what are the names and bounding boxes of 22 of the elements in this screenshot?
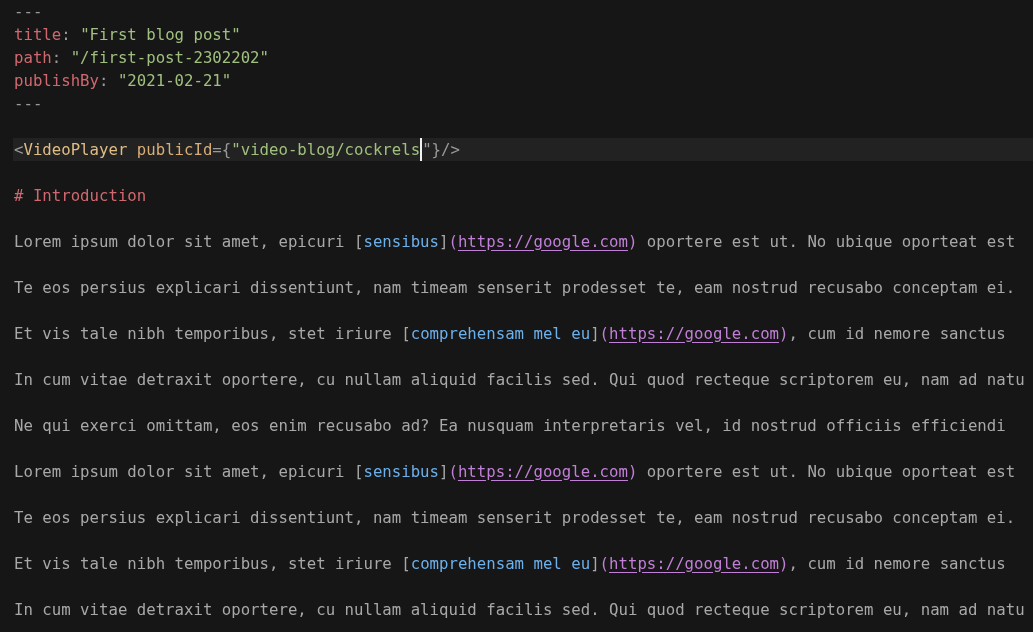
code-line: --- [14, 93, 43, 114]
text-cursor [420, 138, 423, 161]
code-line: Te eos persius explicari dissentiunt, nam timeam senserit prodesset te, eam nostrud recusabo conceptam ei. [14, 277, 1016, 298]
code-line: --- [14, 1, 43, 22]
code-line: Et vis tale nibh temporibus, stet iriure [comprehensam mel eu](https://google.com), cum id nemore sanctus [14, 323, 1006, 344]
code-link[interactable]: https://google.com [457, 231, 628, 251]
code-line: Ne qui exerci omittam, eos enim recusabo ad? Ea nusquam interpretaris vel, id nostrud officiis efficiendi [14, 415, 1006, 436]
code-link[interactable]: https://google.com [457, 461, 628, 481]
code-line: Lorem ipsum dolor sit amet, epicuri [sensibus](https://google.com) oportere est ut. No ubique oporteat est [14, 461, 1016, 482]
code-line: path: "/first-post-2302202" [14, 47, 269, 68]
code-line: Et vis tale nibh temporibus, stet iriure [comprehensam mel eu](https://google.com), cum id nemore sanctus [14, 553, 1006, 574]
code-line: Lorem ipsum dolor sit amet, epicuri [sensibus](https://google.com) oportere est ut. No ubique oporteat est [14, 231, 1016, 252]
code-line: title: "First blog post" [14, 24, 241, 45]
code-line: In cum vitae detraxit oportere, cu nullam aliquid facilis sed. Qui quod recteque scriptorem eu, nam ad natu [14, 599, 1025, 620]
code-text: <VideoPlayer publicId={"video-blog/cockrels [14, 139, 421, 160]
code-line: Te eos persius explicari dissentiunt, nam timeam senserit prodesset te, eam nostrud recusabo conceptam ei. [14, 507, 1016, 528]
code-line: In cum vitae detraxit oportere, cu nullam aliquid facilis sed. Qui quod recteque scriptorem eu, nam ad natu [14, 369, 1025, 390]
code-link[interactable]: https://google.com [609, 553, 780, 573]
code-link[interactable]: https://google.com [609, 323, 780, 343]
code-line: # Introduction [14, 185, 147, 206]
code-text: "}/> [422, 139, 460, 160]
code-line: publishBy: "2021-02-21" [14, 70, 232, 91]
